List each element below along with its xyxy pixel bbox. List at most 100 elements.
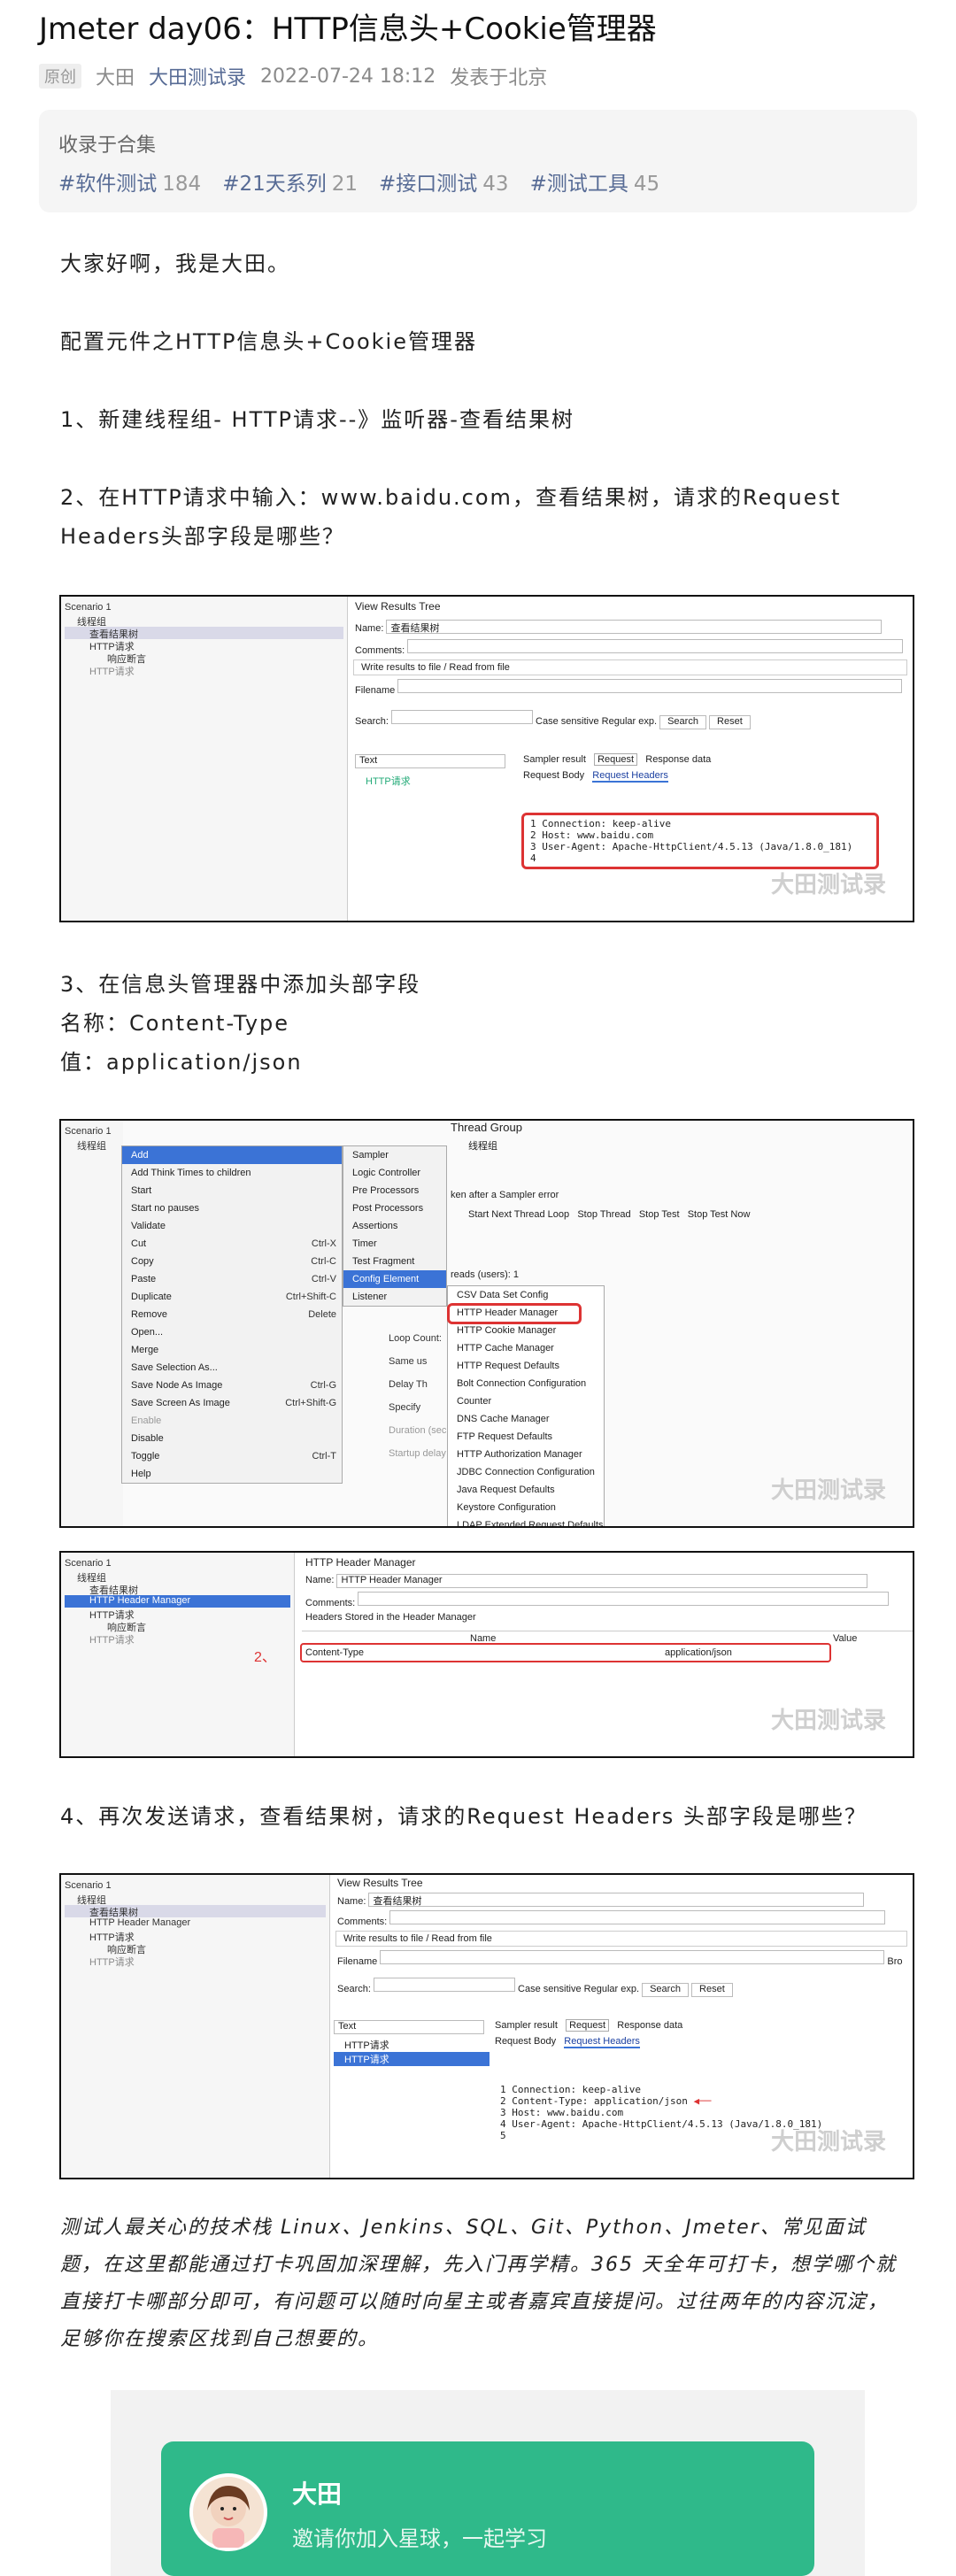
- tree-node[interactable]: Scenario 1: [65, 1880, 326, 1893]
- search-field[interactable]: [373, 1978, 515, 1992]
- tree-node[interactable]: 响应断言: [65, 1942, 326, 1955]
- tree-node[interactable]: Scenario 1: [65, 602, 343, 614]
- comments-field[interactable]: [389, 1910, 886, 1924]
- submenu-item[interactable]: Sampler: [343, 1146, 446, 1164]
- collection-tag[interactable]: #测试工具 45: [530, 166, 660, 197]
- menu-item[interactable]: Disable: [122, 1430, 342, 1447]
- tree-node[interactable]: HTTP请求: [65, 639, 343, 652]
- config-item[interactable]: DNS Cache Manager: [448, 1410, 604, 1428]
- filename-field[interactable]: [397, 679, 903, 693]
- tree-node[interactable]: HTTP请求: [65, 1955, 326, 1968]
- config-item[interactable]: JDBC Connection Configuration: [448, 1463, 604, 1481]
- tree-node[interactable]: HTTP请求: [65, 664, 343, 677]
- specify-checkbox[interactable]: Specify: [389, 1402, 420, 1413]
- name-field[interactable]: 查看结果树: [386, 620, 883, 634]
- search-button[interactable]: Search: [659, 715, 706, 729]
- tree-node-selected[interactable]: HTTP Header Manager: [65, 1595, 290, 1608]
- tree-node[interactable]: HTTP请求: [65, 1632, 290, 1646]
- menu-item[interactable]: Enable: [122, 1412, 342, 1430]
- tab-request-headers[interactable]: Request Headers: [592, 770, 668, 783]
- name-field[interactable]: HTTP Header Manager: [336, 1574, 868, 1588]
- result-item[interactable]: HTTP请求: [355, 774, 514, 788]
- tree-node[interactable]: 线程组: [65, 1570, 290, 1584]
- tree-node[interactable]: Scenario 1: [65, 1558, 290, 1570]
- submenu-item[interactable]: Listener: [343, 1288, 446, 1306]
- filename-field[interactable]: [380, 1950, 885, 1964]
- tab-sampler-result[interactable]: Sampler result: [495, 2020, 558, 2031]
- case-sensitive-checkbox[interactable]: Case sensitive: [536, 716, 599, 727]
- tab-request-body[interactable]: Request Body: [495, 2036, 556, 2047]
- menu-item-add[interactable]: Add: [122, 1146, 342, 1164]
- radio-option[interactable]: Start Next Thread Loop: [468, 1209, 569, 1220]
- tree-node[interactable]: HTTP请求: [65, 1930, 326, 1943]
- config-item[interactable]: LDAP Extended Request Defaults: [448, 1516, 604, 1526]
- collection-tag[interactable]: #软件测试 184: [58, 166, 201, 197]
- tree-node[interactable]: 线程组: [65, 1893, 326, 1906]
- tree-node[interactable]: HTTP Header Manager: [65, 1917, 326, 1930]
- renderer-select[interactable]: Text: [355, 754, 505, 768]
- tab-response-data[interactable]: Response data: [617, 2020, 682, 2031]
- menu-item[interactable]: Cut: [131, 1238, 146, 1249]
- planet-invite-card[interactable]: 大田 邀请你加入星球，一起学习: [161, 2441, 814, 2576]
- collection-tag[interactable]: #接口测试 43: [379, 166, 509, 197]
- tree-node[interactable]: 线程组: [65, 1138, 120, 1152]
- tab-request[interactable]: Request: [566, 2019, 610, 2032]
- search-button[interactable]: Search: [642, 1983, 689, 1997]
- submenu-item[interactable]: Post Processors: [343, 1199, 446, 1217]
- search-field[interactable]: [390, 710, 533, 724]
- tab-sampler-result[interactable]: Sampler result: [523, 754, 586, 765]
- config-item[interactable]: FTP Request Defaults: [448, 1428, 604, 1446]
- same-user-checkbox[interactable]: Same us: [389, 1356, 427, 1367]
- tree-node[interactable]: HTTP请求: [65, 1608, 290, 1621]
- radio-option[interactable]: Stop Test: [639, 1209, 680, 1220]
- result-item[interactable]: HTTP请求: [334, 2038, 490, 2052]
- config-item[interactable]: CSV Data Set Config: [448, 1286, 604, 1304]
- config-item[interactable]: HTTP Request Defaults: [448, 1357, 604, 1375]
- config-item[interactable]: Bolt Connection Configuration: [448, 1375, 604, 1392]
- config-item[interactable]: Counter: [448, 1392, 604, 1410]
- config-item[interactable]: Keystore Configuration: [448, 1499, 604, 1516]
- submenu-item-config-element[interactable]: Config Element: [343, 1270, 446, 1288]
- renderer-select[interactable]: Text: [334, 2020, 484, 2034]
- regex-checkbox[interactable]: Regular exp.: [602, 716, 657, 727]
- tree-node[interactable]: 线程组: [65, 614, 343, 628]
- tree-node[interactable]: 查看结果树: [65, 1905, 326, 1918]
- submenu-item[interactable]: Timer: [343, 1235, 446, 1253]
- tab-request[interactable]: Request: [594, 753, 638, 766]
- menu-item[interactable]: Save Node As Image: [131, 1380, 222, 1391]
- submenu-item[interactable]: Assertions: [343, 1217, 446, 1235]
- menu-item[interactable]: Start: [122, 1182, 342, 1199]
- menu-item[interactable]: Paste: [131, 1274, 156, 1284]
- tree-node[interactable]: 查看结果树: [65, 1583, 290, 1596]
- reset-button[interactable]: Reset: [709, 715, 751, 729]
- menu-item[interactable]: Duplicate: [131, 1292, 172, 1302]
- submenu-item[interactable]: Logic Controller: [343, 1164, 446, 1182]
- config-item[interactable]: HTTP Authorization Manager: [448, 1446, 604, 1463]
- submenu-item[interactable]: Test Fragment: [343, 1253, 446, 1270]
- menu-item[interactable]: Merge: [122, 1341, 342, 1359]
- comments-field[interactable]: [407, 639, 904, 653]
- menu-item[interactable]: Help: [122, 1465, 342, 1483]
- regex-checkbox[interactable]: Regular exp.: [584, 1984, 639, 1994]
- config-item[interactable]: HTTP Cookie Manager: [448, 1322, 604, 1339]
- tab-request-body[interactable]: Request Body: [523, 770, 584, 781]
- tree-node[interactable]: 响应断言: [65, 652, 343, 665]
- name-field[interactable]: 线程组: [468, 1138, 497, 1153]
- menu-item[interactable]: Start no pauses: [122, 1199, 342, 1217]
- radio-option[interactable]: Stop Thread: [577, 1209, 630, 1220]
- menu-item[interactable]: Validate: [122, 1217, 342, 1235]
- name-field[interactable]: 查看结果树: [368, 1893, 865, 1907]
- menu-item[interactable]: Save Screen As Image: [131, 1398, 230, 1408]
- config-item[interactable]: Java Request Defaults: [448, 1481, 604, 1499]
- menu-item[interactable]: Copy: [131, 1256, 154, 1267]
- submenu-item[interactable]: Pre Processors: [343, 1182, 446, 1199]
- reset-button[interactable]: Reset: [691, 1983, 733, 1997]
- threads-field[interactable]: 1: [513, 1269, 519, 1280]
- delay-checkbox[interactable]: Delay Th: [389, 1379, 428, 1390]
- menu-item[interactable]: Save Selection As...: [122, 1359, 342, 1377]
- menu-item[interactable]: Open...: [122, 1323, 342, 1341]
- tree-node[interactable]: Scenario 1: [65, 1126, 120, 1138]
- menu-item[interactable]: Remove: [131, 1309, 167, 1320]
- tab-request-headers[interactable]: Request Headers: [564, 2036, 640, 2048]
- config-item[interactable]: HTTP Cache Manager: [448, 1339, 604, 1357]
